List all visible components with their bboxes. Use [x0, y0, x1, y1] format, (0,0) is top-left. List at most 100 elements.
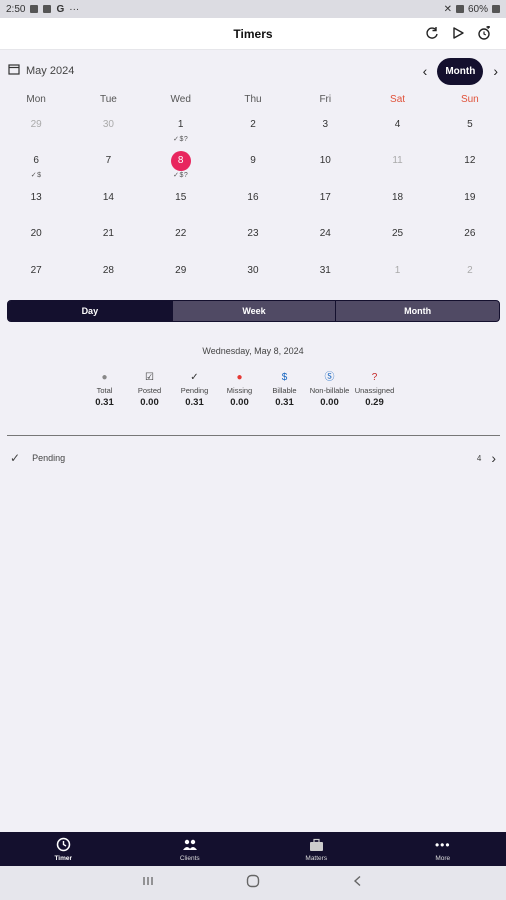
calendar-day[interactable]: 27	[0, 256, 72, 292]
stat-posted: ☑ Posted 0.00	[127, 372, 172, 408]
calendar-day[interactable]: 15	[145, 183, 217, 219]
calendar-day[interactable]: 2	[217, 110, 289, 146]
calendar-day-number: 26	[464, 228, 476, 240]
calendar-day-selected[interactable]: 8 ✓$?	[145, 146, 217, 182]
period-segmented-control: Day Week Month	[7, 300, 500, 322]
calendar-day[interactable]: 10	[289, 146, 361, 182]
calendar-day[interactable]: 1	[361, 256, 433, 292]
calendar-day[interactable]: 25	[361, 219, 433, 255]
home-icon[interactable]	[246, 874, 260, 893]
back-icon[interactable]	[352, 874, 364, 892]
calendar-day[interactable]: 9	[217, 146, 289, 182]
wifi-icon	[455, 5, 464, 13]
calendar-day[interactable]: 23	[217, 219, 289, 255]
calendar-day[interactable]: 20	[0, 219, 72, 255]
calendar-day[interactable]: 1 ✓$?	[145, 110, 217, 146]
tab-week[interactable]: Week	[171, 301, 336, 321]
calendar-day-number: 1	[177, 119, 184, 130]
nav-clients[interactable]: Clients	[127, 832, 254, 866]
tab-day[interactable]: Day	[8, 301, 172, 321]
pending-count: 4	[476, 453, 482, 463]
chevron-right-icon[interactable]: ›	[491, 450, 496, 466]
previous-month-icon[interactable]: ‹	[423, 63, 428, 79]
calendar-day[interactable]: 11	[361, 146, 433, 182]
mute-icon: ✕	[443, 3, 452, 15]
nav-timer[interactable]: Timer	[0, 832, 127, 866]
play-icon[interactable]	[450, 24, 466, 42]
stat-non-billable: Ⓢ Non-billable 0.00	[307, 372, 352, 408]
calendar-day-number: 21	[102, 228, 114, 240]
calendar-day[interactable]: 19	[434, 183, 506, 219]
calendar-day-number: 4	[394, 119, 401, 130]
calendar-day[interactable]: 3	[289, 110, 361, 146]
calendar-day-number: 31	[319, 264, 331, 276]
calendar-day[interactable]: 30	[217, 256, 289, 292]
calendar-day[interactable]: 12	[434, 146, 506, 182]
stat-icon: ●	[236, 372, 243, 383]
weekday-label: Sun	[460, 94, 479, 105]
calendar-day[interactable]: 22	[145, 219, 217, 255]
nav-more[interactable]: ••• More	[380, 832, 506, 866]
calendar-day[interactable]: 13	[0, 183, 72, 219]
month-label[interactable]: May 2024	[26, 65, 74, 77]
pending-row[interactable]: ✓ Pending 4 ›	[0, 448, 506, 468]
calendar-day-number: 28	[102, 264, 114, 276]
calendar-day-number: 2	[250, 119, 256, 130]
calendar-day[interactable]: 29	[145, 256, 217, 292]
nav-timer-label: Timer	[54, 854, 73, 862]
stat-value: 0.00	[320, 397, 339, 408]
calendar-day[interactable]: 7	[72, 146, 144, 182]
calendar-day[interactable]: 18	[361, 183, 433, 219]
stat-value: 0.31	[95, 397, 114, 408]
calendar-header: May 2024 ‹ Month ›	[0, 56, 506, 86]
next-month-icon[interactable]: ›	[493, 63, 498, 79]
calendar-day-number: 12	[464, 155, 476, 167]
calendar-day[interactable]: 28	[72, 256, 144, 292]
weekday-label: Fri	[319, 94, 332, 105]
calendar-day[interactable]: 2	[434, 256, 506, 292]
calendar-day[interactable]: 24	[289, 219, 361, 255]
status-bar: 2:50 G ··· ✕ 60%	[0, 0, 506, 18]
tab-month[interactable]: Month	[335, 301, 499, 321]
stat-label: Unassigned	[354, 386, 395, 395]
calendar-day-number: 29	[30, 119, 42, 130]
calendar-day[interactable]: 26	[434, 219, 506, 255]
stat-total: ● Total 0.31	[82, 372, 127, 408]
calendar-day-number: 20	[30, 228, 42, 240]
stat-unassigned: ? Unassigned 0.29	[352, 372, 397, 408]
view-mode-button[interactable]: Month	[437, 57, 484, 85]
nav-matters[interactable]: Matters	[253, 832, 380, 866]
stat-icon: ☑	[145, 372, 154, 383]
refresh-icon[interactable]	[424, 24, 440, 42]
stat-missing: ● Missing 0.00	[217, 372, 262, 408]
nav-matters-label: Matters	[305, 854, 328, 862]
calendar-day[interactable]: 6 ✓$	[0, 146, 72, 182]
stat-icon: Ⓢ	[324, 372, 335, 383]
calendar-day[interactable]: 30	[72, 110, 144, 146]
calendar-day[interactable]: 5	[434, 110, 506, 146]
add-timer-icon[interactable]	[476, 24, 492, 42]
stat-value: 0.29	[365, 397, 384, 408]
calendar-day[interactable]: 17	[289, 183, 361, 219]
calendar-day[interactable]: 31	[289, 256, 361, 292]
weekday-label: Wed	[170, 94, 191, 105]
stat-pending: ✓ Pending 0.31	[172, 372, 217, 408]
calendar-day[interactable]: 4	[361, 110, 433, 146]
system-nav-bar	[0, 866, 506, 900]
calendar-day[interactable]: 21	[72, 219, 144, 255]
send-icon	[43, 5, 52, 13]
calendar-day-number: 19	[464, 191, 476, 203]
calendar-day-number: 6	[33, 155, 39, 167]
calendar-day[interactable]: 14	[72, 183, 144, 219]
recent-apps-icon[interactable]	[142, 874, 154, 892]
calendar-day[interactable]: 29	[0, 110, 72, 146]
calendar-day[interactable]: 16	[217, 183, 289, 219]
people-icon	[182, 837, 198, 853]
calendar-icon[interactable]	[8, 62, 20, 80]
stat-label: Billable	[272, 386, 297, 395]
day-status-marks: ✓$	[30, 172, 42, 180]
stat-icon: ●	[101, 372, 108, 383]
stat-label: Pending	[180, 386, 209, 395]
stat-label: Total	[96, 386, 113, 395]
pending-label: Pending	[32, 453, 66, 463]
